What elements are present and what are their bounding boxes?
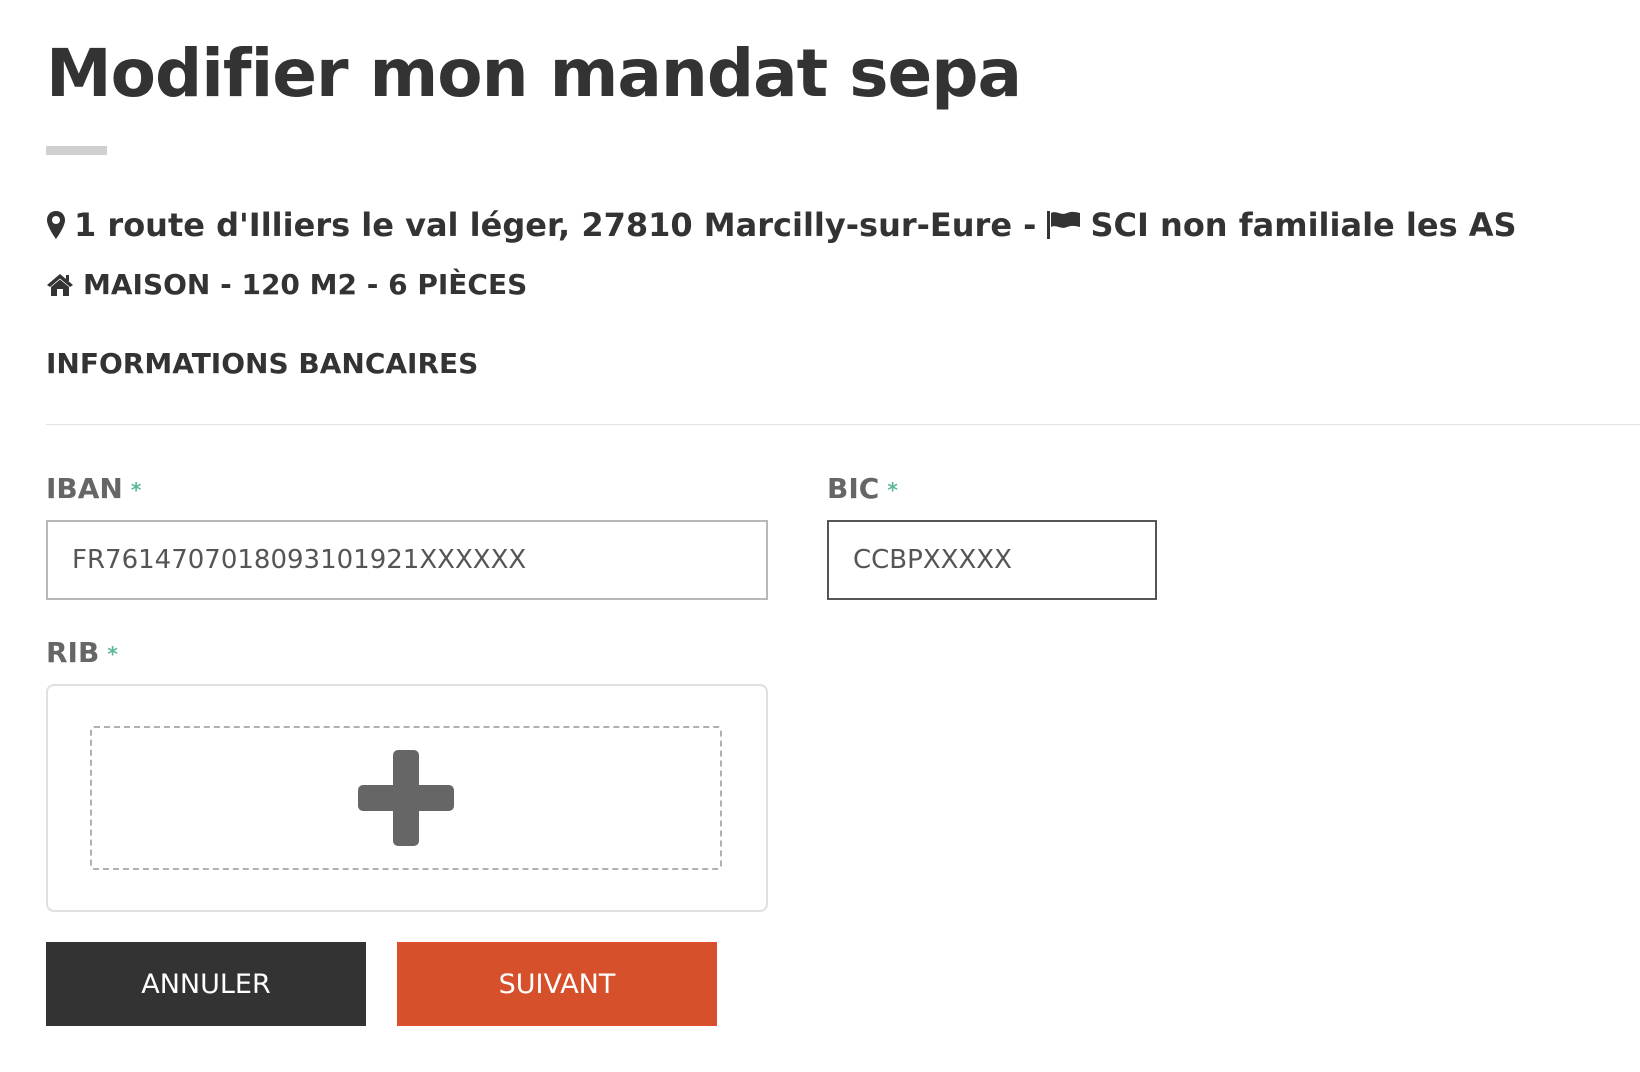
plus-icon[interactable] <box>358 750 454 846</box>
property-details-line: MAISON - 120 M2 - 6 PIÈCES <box>46 266 527 304</box>
home-icon <box>46 273 74 297</box>
cancel-button[interactable]: ANNULER <box>46 942 366 1026</box>
page-title: Modifier mon mandat sepa <box>46 35 1022 112</box>
plus-icon-horizontal <box>358 785 454 811</box>
iban-label-text: IBAN <box>46 472 123 505</box>
iban-required-icon: * <box>130 478 142 502</box>
property-address: 1 route d'Illiers le val léger, 27810 Ma… <box>74 206 1037 244</box>
bic-input[interactable] <box>827 520 1157 600</box>
iban-input[interactable] <box>46 520 768 600</box>
next-button[interactable]: SUIVANT <box>397 942 717 1026</box>
section-divider <box>46 424 1640 425</box>
property-owner: SCI non familiale les AS <box>1090 206 1517 244</box>
section-title: INFORMATIONS BANCAIRES <box>46 347 479 380</box>
rib-label: RIB * <box>46 634 118 673</box>
bic-label-text: BIC <box>827 472 880 505</box>
bic-required-icon: * <box>887 478 898 502</box>
iban-label: IBAN * <box>46 470 141 509</box>
property-address-line: 1 route d'Illiers le val léger, 27810 Ma… <box>46 204 1517 246</box>
map-marker-icon <box>46 210 66 240</box>
flag-icon <box>1046 210 1082 240</box>
page: Modifier mon mandat sepa 1 route d'Illie… <box>0 0 1640 1072</box>
rib-label-text: RIB <box>46 636 100 669</box>
title-underline <box>46 146 107 155</box>
rib-upload-panel <box>46 684 768 912</box>
rib-dropzone[interactable] <box>90 726 722 870</box>
rib-required-icon: * <box>107 642 118 666</box>
bic-label: BIC * <box>827 470 898 509</box>
property-details: MAISON - 120 M2 - 6 PIÈCES <box>83 268 528 301</box>
